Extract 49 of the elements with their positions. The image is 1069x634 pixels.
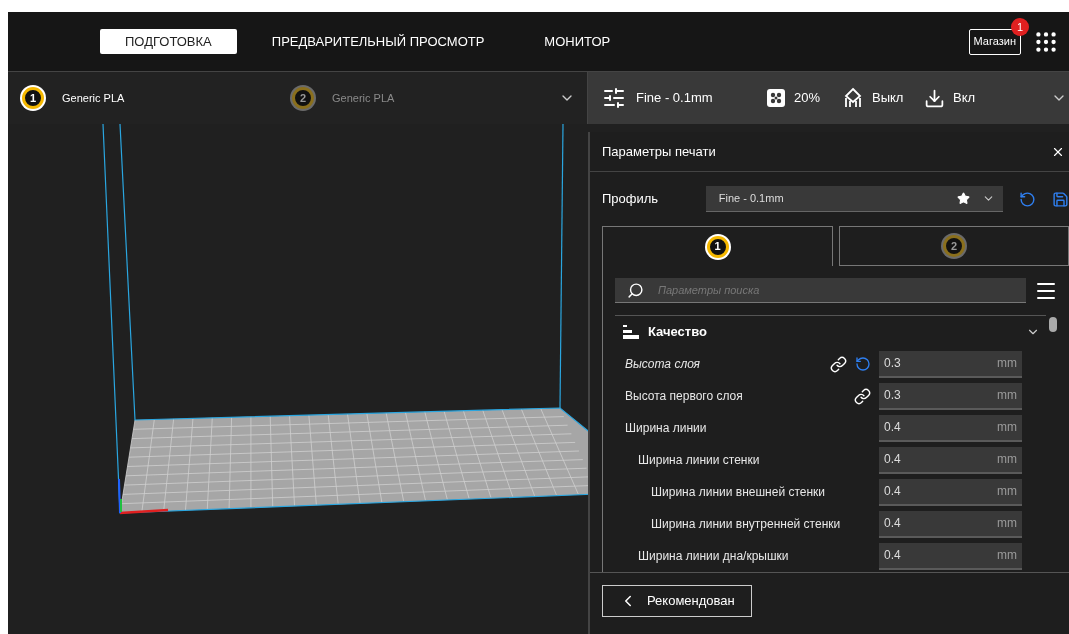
scrollbar-thumb[interactable] [1049,317,1057,332]
star-icon[interactable] [957,192,971,205]
adhesion-label: Вкл [953,89,977,108]
reset-icon[interactable] [855,356,871,372]
material-label: Generic PLA [332,90,395,106]
profile-label: Fine - 0.1mm [636,89,714,108]
setting-label: Ширина линии стенки [637,452,761,469]
sliders-icon[interactable] [602,86,626,110]
extruder-badge: 1 [704,233,731,260]
setting-input[interactable]: 0.4 mm [879,478,1022,506]
setting-input[interactable]: 0.4 mm [879,510,1022,538]
save-icon[interactable] [1052,190,1069,208]
setting-label: Ширина линии внешней стенки [650,484,827,501]
support-icon[interactable] [842,87,864,109]
link-icon[interactable] [830,355,847,373]
search-field[interactable]: Параметры поиска [615,278,1026,303]
setting-label: Ширина линии дна/крышки [637,548,790,565]
extruder-tab[interactable]: 1 [602,226,833,266]
reset-icon[interactable] [1019,190,1037,208]
panel-title: Параметры печати [602,142,717,161]
infill-icon[interactable] [766,88,786,108]
search-icon [627,282,644,299]
infill-label: 20% [794,89,822,108]
setting-label: Ширина линии [624,420,708,437]
setting-label: Высота слоя [624,356,701,373]
quality-icon [623,325,639,339]
setting-input[interactable]: 0.4 mm [879,446,1022,474]
link-icon[interactable] [854,387,871,405]
mode-tab[interactable]: ПРЕДВАРИТЕЛЬНЫЙ ПРОСМОТР [246,29,510,54]
profile-label: Профиль [602,190,660,209]
setting-input[interactable]: 0.4 mm [879,414,1022,442]
recommended-button[interactable]: Рекомендован [602,584,752,617]
setting-input[interactable]: 0.3 mm [879,350,1022,378]
mode-tab[interactable]: МОНИТОР [519,29,636,54]
category-title[interactable]: Качество [648,322,1026,342]
profile-dropdown[interactable]: Fine - 0.1mm [705,186,1004,212]
extruder-badge: 1 [20,85,46,111]
material-label: Generic PLA [62,90,125,106]
adhesion-icon[interactable] [924,87,945,109]
support-label: Выкл [872,89,905,108]
extruder-badge: 2 [290,85,316,111]
mode-tab[interactable]: ПОДГОТОВКА [100,29,237,54]
extruder-tab[interactable]: 2 [839,226,1069,266]
setting-input[interactable]: 0.4 mm [879,542,1022,570]
extruder-badge: 2 [941,233,967,259]
notification-badge: 1 [1011,18,1029,37]
setting-label: Ширина линии внутренней стенки [650,516,842,533]
setting-label: Высота первого слоя [624,388,744,405]
setting-input[interactable]: 0.3 mm [879,382,1022,410]
